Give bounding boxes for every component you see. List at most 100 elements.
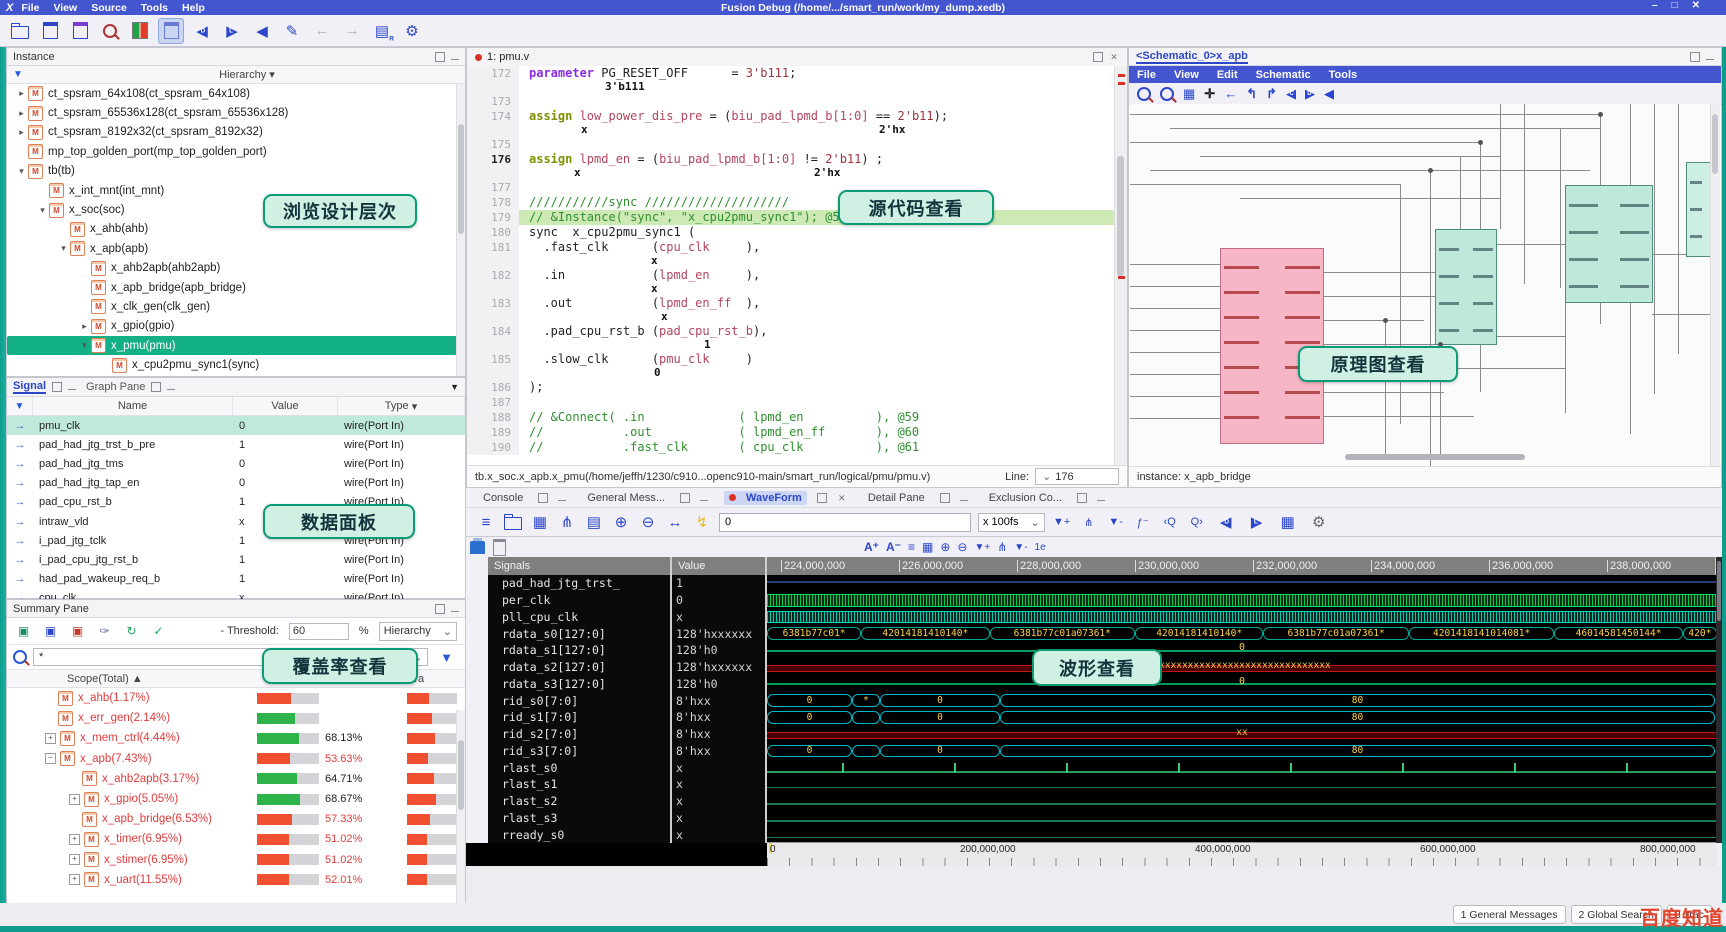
coverage-row-x_ahb2apb[interactable]: Mx_ahb2apb(3.17%) 64.71% [7,769,465,789]
settings-gear-icon[interactable]: ⚙ [400,19,424,43]
schematic-vscrollbar[interactable] [1710,104,1720,466]
popout-icon[interactable] [1690,51,1700,62]
popout-icon[interactable] [151,382,162,392]
marker-remove-icon[interactable]: ▼- [1106,510,1126,534]
zoom-in-icon[interactable]: ⊕ [940,540,950,554]
expander-icon[interactable]: ▸ [15,88,28,99]
menu-icon[interactable]: ≡ [476,510,496,534]
popout-icon[interactable] [52,382,63,392]
marker-remove-icon[interactable]: ▼- [1014,542,1027,553]
menu-help[interactable]: Help [182,2,205,14]
hierarchy-column-header[interactable]: Hierarchy ▾ [29,68,465,81]
signal-add-icon[interactable]: ⋔ [1079,510,1099,534]
expander-icon[interactable]: ▸ [15,127,28,138]
trash-icon[interactable] [493,538,506,556]
signal-row-pmu_clk[interactable]: → pmu_clk 0 wire(Port In) [7,416,465,436]
signal-row-i_pad_cpu_jtg_rst_b[interactable]: → i_pad_cpu_jtg_rst_b 1 wire(Port In) [7,550,465,569]
coverage-row-x_stimer[interactable]: + Mx_stimer(6.95%) 51.02% [7,850,465,870]
coverage-row-x_err_gen[interactable]: Mx_err_gen(2.14%) [7,708,465,728]
tree-item-x_apb[interactable]: ▾ Mx_apb(apb) [7,239,465,258]
tree-item-x_pmu[interactable]: ▾ Mx_pmu(pmu) [7,336,465,356]
menu-file[interactable]: File [21,2,39,14]
block-teal-1[interactable] [1435,229,1497,345]
open-icon[interactable] [503,510,523,534]
tab-exclusion-co-[interactable]: Exclusion Co... [984,491,1067,505]
goto-c2-icon[interactable]: ◀ [1324,86,1334,102]
hierarchy-icon[interactable]: ⋔ [557,510,577,534]
menu-tools[interactable]: Tools [141,2,168,14]
wave-row-rlast_s2[interactable]: rlast_s2 x [488,792,1717,810]
pan-icon[interactable]: ✛ [1204,86,1215,102]
pane-menu-icon[interactable]: ▼ [450,382,459,392]
cov-green-icon[interactable]: ▣ [15,623,32,639]
nav-back-icon[interactable]: ← [310,19,334,43]
block-teal-2[interactable] [1565,185,1653,303]
check-icon[interactable]: ✓ [150,623,167,639]
coverage-row-x_ahb[interactable]: Mx_ahb(1.17%) [7,688,465,708]
statusbar-button-1-general-messages[interactable]: 1 General Messages [1452,905,1566,924]
popout-icon[interactable] [1077,492,1088,503]
coverage-row-x_uart[interactable]: + Mx_uart(11.55%) 52.01% [7,870,465,890]
wave-row-rid_s170[interactable]: rid_s1[7:0] 8'hxx 0 0 80 [488,709,1717,726]
minimize-icon[interactable] [167,384,176,390]
block-teal-3[interactable] [1686,162,1710,257]
reload-r-icon[interactable]: ▤ R [370,19,394,43]
popout-icon[interactable] [1093,52,1103,62]
expander-icon[interactable]: ▾ [36,205,49,216]
summary-scrollbar[interactable] [456,710,465,909]
popout-icon[interactable] [435,51,445,62]
schematic-menu-view[interactable]: View [1174,69,1199,81]
tab-detail-pane[interactable]: Detail Pane [863,491,930,505]
expand-icon[interactable]: + [69,854,80,866]
collapse-icon[interactable]: − [45,753,56,765]
time-scrollbar-ruler[interactable]: 0 200,000,000 400,000,000 600,000,000 800,00… [767,842,1717,866]
popout-icon[interactable] [816,492,827,503]
col-scope[interactable]: Scope(Total) ▲ [7,673,257,685]
filter-icon[interactable]: ▼ [13,69,23,80]
minimize-icon[interactable] [68,384,77,390]
coverage-row-x_timer[interactable]: + Mx_timer(6.95%) 51.02% [7,829,465,849]
schematic-menu-tools[interactable]: Tools [1329,69,1358,81]
minimize-icon[interactable] [451,54,459,60]
zoom-fit-icon[interactable]: ↔ [665,510,685,534]
expand-icon[interactable]: + [69,833,80,845]
signal-filter-icon[interactable]: ▼ [15,401,25,412]
wave-row-rlast_s1[interactable]: rlast_s1 x [488,776,1717,793]
minimize-icon[interactable] [959,495,968,501]
popout-icon[interactable] [680,492,690,503]
tree-item-x_cpu2pmu_sync1[interactable]: Mx_cpu2pmu_sync1(sync) [7,355,465,374]
expander-icon[interactable]: ▾ [57,243,70,254]
goto-c-left-icon[interactable]: ◀ [250,19,274,43]
search-prev-icon[interactable]: ‹Q [1160,510,1180,534]
signal-add-icon[interactable]: ⋔ [997,540,1007,554]
expander-icon[interactable]: ▸ [78,321,91,332]
goto-l-icon[interactable]: ▶ L [1245,510,1269,534]
zoom-100-icon[interactable]: ▤ [584,510,604,534]
expander-icon[interactable] [78,263,91,273]
goto-d-icon[interactable]: ◀ D [1214,510,1238,534]
line-number-input[interactable]: ⌄ 176 [1035,468,1119,485]
goto-l-right-icon[interactable]: ▶ L [220,19,244,43]
settings-gear-icon[interactable]: ⚙ [1307,510,1331,534]
schematic-tab[interactable]: <Schematic_0>x_apb [1136,50,1248,64]
popout-icon[interactable] [538,492,549,503]
minimize-icon[interactable] [1706,54,1714,60]
source-tab[interactable]: 1: pmu.v [487,51,529,63]
code-area[interactable]: 172 parameter PG_RESET_OFF = 3'b111; 3'b11… [467,66,1115,466]
tree-item-x_clk_gen[interactable]: Mx_clk_gen(clk_gen) [7,297,465,316]
source-scrollbar[interactable] [1114,66,1127,466]
expander-icon[interactable]: ▾ [78,340,91,351]
tree-item-x_apb_bridge[interactable]: Mx_apb_bridge(apb_bridge) [7,278,465,297]
close-icon[interactable]: ✕ [1109,52,1119,62]
descend-icon[interactable]: ↱ [1266,86,1277,102]
minimize-icon[interactable] [700,495,708,501]
col-type[interactable]: Type ▾ [338,397,465,415]
goto-d-left-icon[interactable]: ◀ D [190,19,214,43]
expander-icon[interactable] [99,360,112,370]
brush-icon[interactable]: ✑ [96,623,113,639]
expand-icon[interactable]: + [45,732,56,744]
schematic-menu-schematic[interactable]: Schematic [1256,69,1311,81]
tree-item-tb[interactable]: ▾ Mtb(tb) [7,162,465,181]
minimize-button[interactable]: – [1652,0,1658,11]
summary-filter-icon[interactable]: ▼ [440,650,453,665]
